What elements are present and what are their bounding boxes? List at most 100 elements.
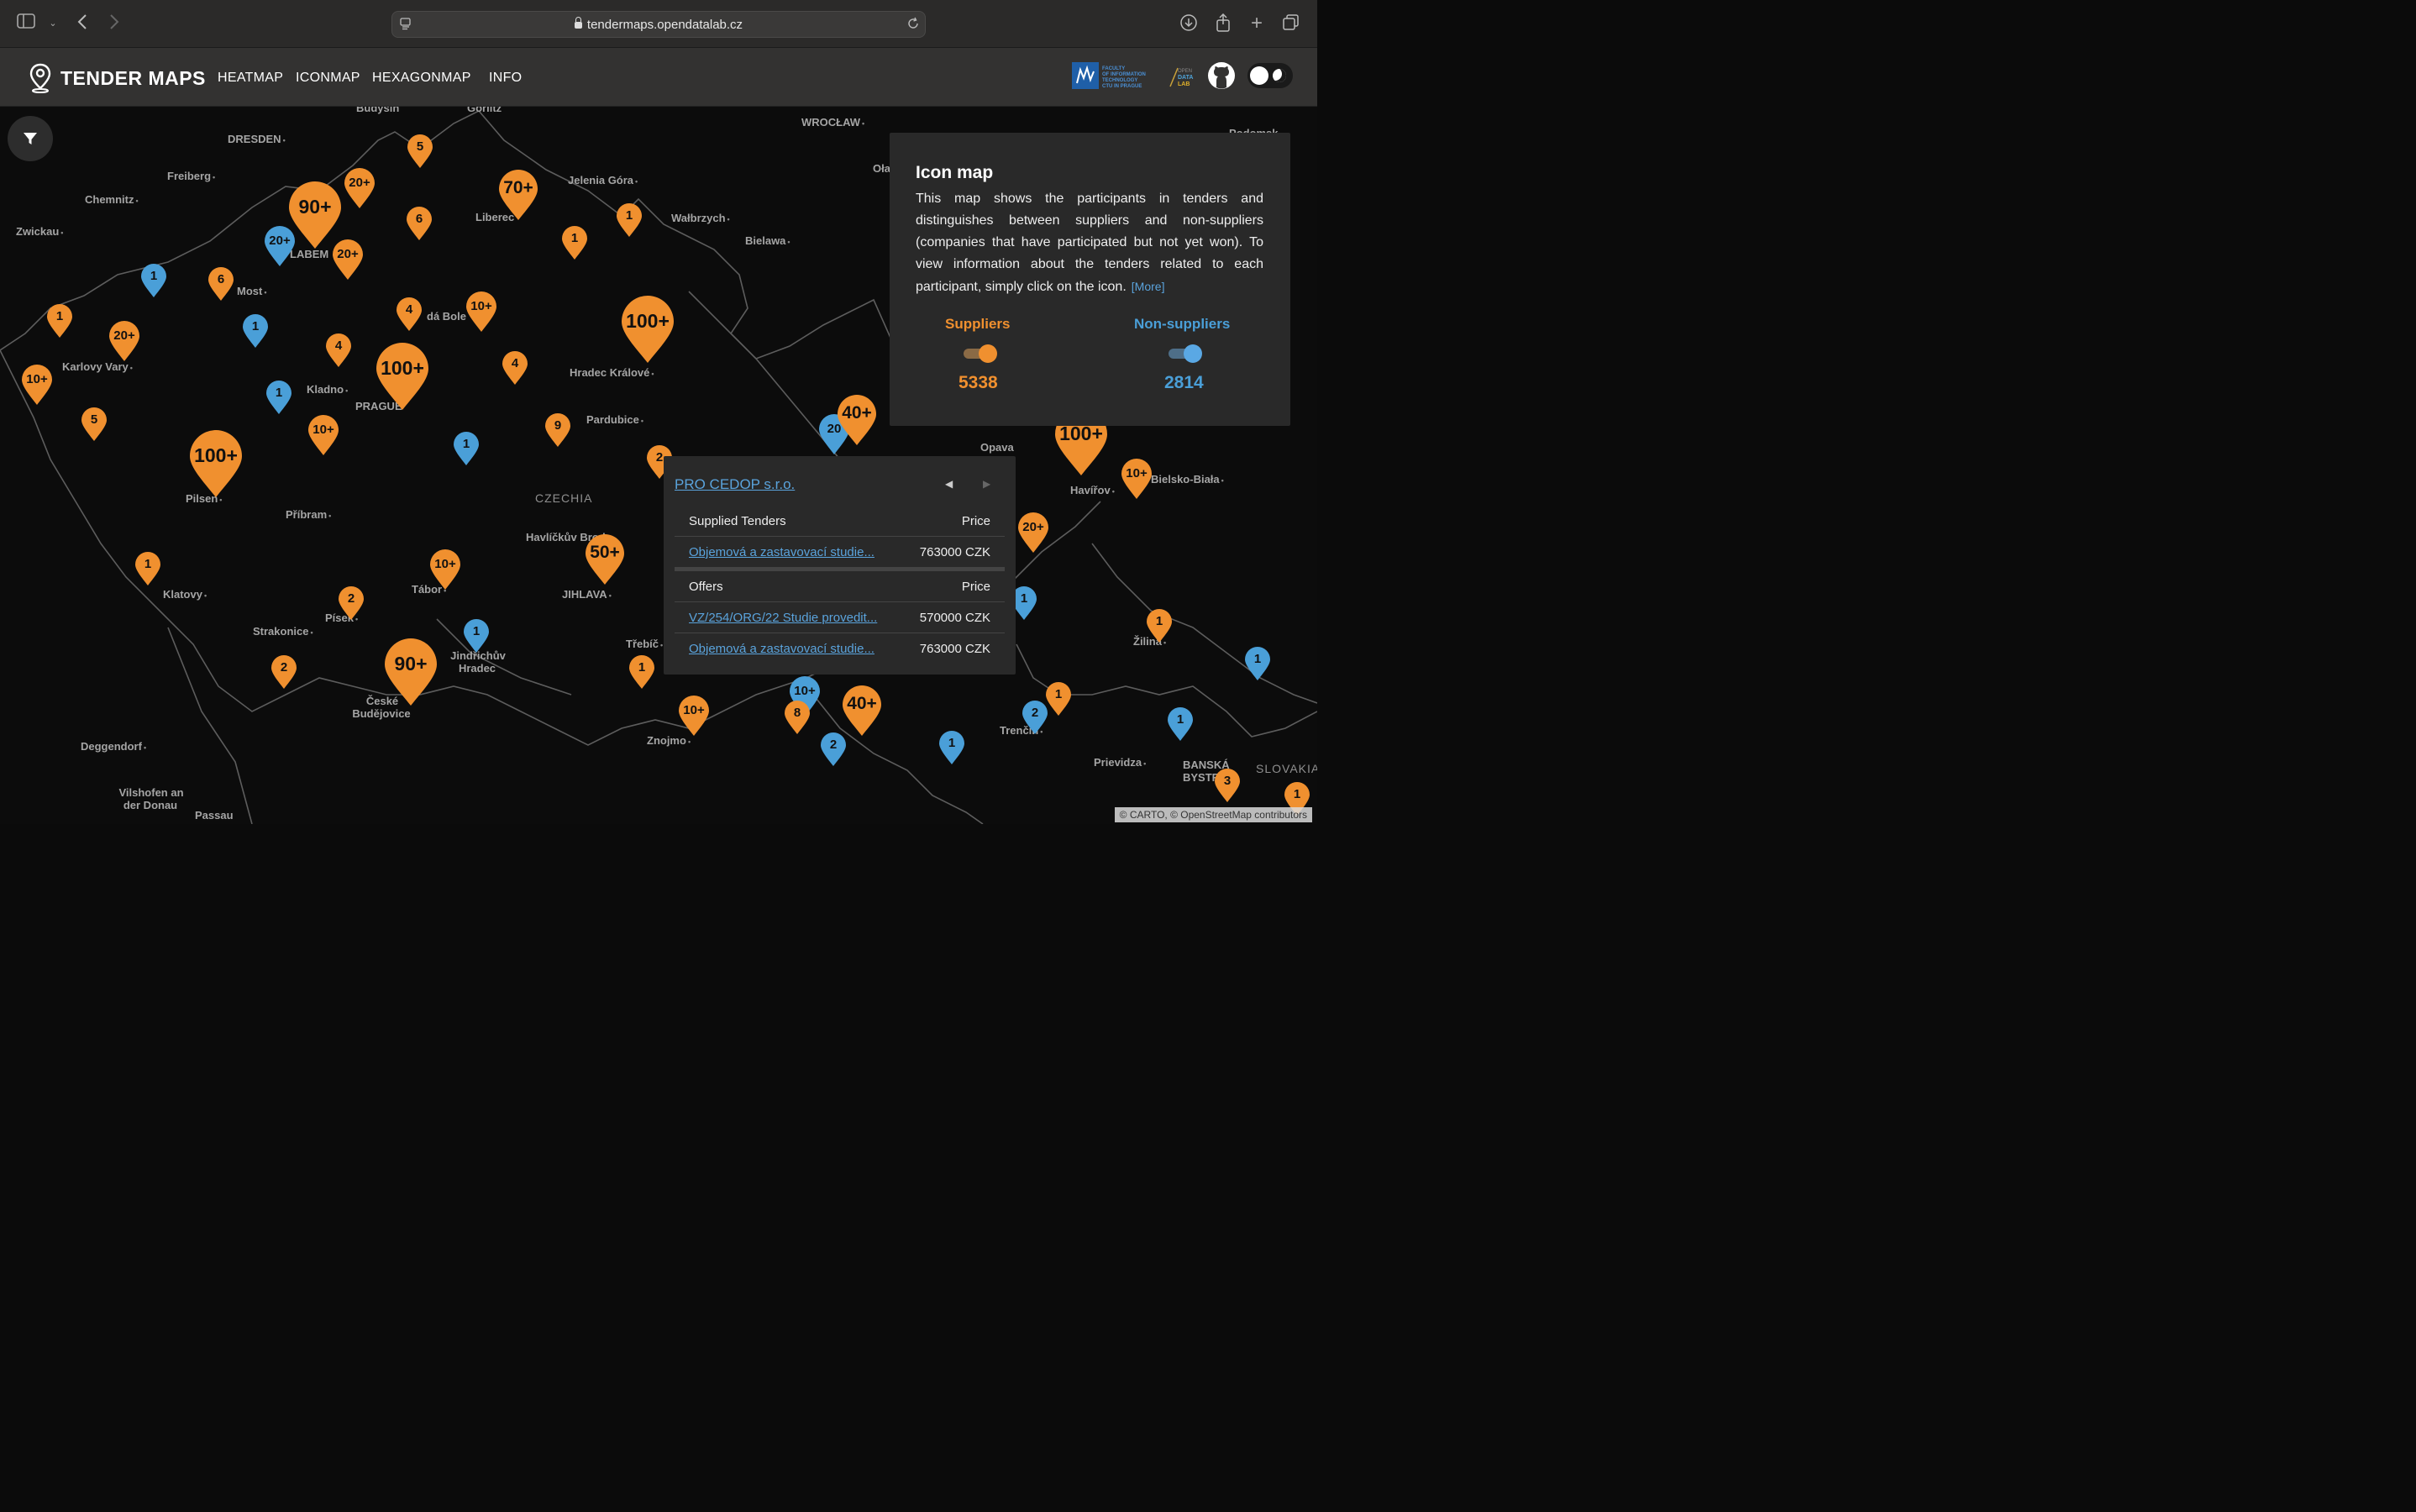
svg-text:OF INFORMATION: OF INFORMATION	[1102, 72, 1146, 77]
supplier-marker[interactable]: 1	[47, 304, 72, 338]
suppliers-label: Suppliers	[945, 316, 1011, 332]
supplier-marker[interactable]: 1	[1147, 609, 1172, 643]
supplier-marker[interactable]: 20+	[109, 321, 139, 361]
non-supplier-marker-count: 10+	[794, 684, 816, 698]
supplier-marker[interactable]: 1	[135, 552, 160, 585]
supplier-marker[interactable]: 6	[208, 267, 234, 301]
supplier-marker[interactable]: 1	[629, 655, 654, 689]
sidebar-toggle-icon[interactable]	[16, 13, 36, 34]
table-row: Objemová a zastavovací studie... 763000 …	[675, 633, 1005, 664]
supplier-marker-count: 40+	[842, 403, 872, 423]
supplier-marker[interactable]: 40+	[838, 395, 876, 445]
supplier-marker-count: 5	[416, 139, 424, 154]
supplier-marker[interactable]: 2	[339, 586, 364, 620]
supplier-marker[interactable]: 9	[545, 413, 570, 447]
supplier-marker[interactable]: 40+	[843, 685, 881, 736]
supplier-marker-count: 100+	[1059, 423, 1103, 445]
supplier-marker[interactable]: 100+	[190, 430, 242, 497]
reload-icon[interactable]	[906, 17, 920, 34]
supplier-marker[interactable]: 20+	[344, 168, 375, 208]
supplier-marker[interactable]: 100+	[622, 296, 674, 363]
non-supplier-marker[interactable]: 1	[266, 381, 291, 414]
github-icon[interactable]	[1207, 61, 1236, 90]
supplier-marker[interactable]: 10+	[1121, 459, 1152, 499]
brand[interactable]: TENDER MAPS	[29, 63, 206, 93]
filter-button[interactable]	[8, 116, 53, 161]
supplier-marker[interactable]: 20+	[1018, 512, 1048, 553]
city-label: JIHLAVA	[562, 588, 612, 601]
supplier-marker[interactable]: 10+	[466, 291, 496, 332]
supplier-marker[interactable]: 90+	[385, 638, 437, 706]
supplier-marker[interactable]: 100+	[376, 343, 428, 410]
tender-link[interactable]: Objemová a zastavovací studie...	[689, 642, 874, 656]
prev-arrow-icon[interactable]: ◀	[945, 478, 953, 490]
tabs-overview-icon[interactable]	[1281, 13, 1301, 34]
supplier-marker[interactable]: 90+	[289, 181, 341, 249]
nonsuppliers-toggle[interactable]	[1169, 344, 1202, 363]
address-bar[interactable]: tendermaps.opendatalab.cz	[391, 11, 926, 38]
supplier-marker[interactable]: 5	[407, 134, 433, 168]
non-supplier-marker[interactable]: 1	[464, 619, 489, 653]
supplier-marker[interactable]: 8	[785, 701, 810, 734]
supplier-marker[interactable]: 10+	[22, 365, 52, 405]
non-supplier-marker[interactable]: 1	[939, 731, 964, 764]
more-link[interactable]: [More]	[1132, 280, 1165, 293]
city-label: Karlovy Vary	[62, 360, 133, 373]
svg-text:OPEN: OPEN	[1178, 69, 1192, 74]
supplier-marker-count: 10+	[683, 703, 705, 717]
supplier-marker[interactable]: 1	[1046, 682, 1071, 716]
tender-price: 763000 CZK	[919, 545, 990, 559]
city-label: Most	[237, 285, 267, 297]
map-attribution[interactable]: © CARTO, © OpenStreetMap contributors	[1114, 807, 1312, 822]
supplier-marker-count: 1	[625, 208, 633, 223]
non-supplier-marker[interactable]: 1	[243, 314, 268, 348]
supplier-marker-count: 10+	[470, 299, 492, 313]
download-icon[interactable]	[1179, 13, 1199, 34]
non-supplier-marker[interactable]: 1	[1245, 647, 1270, 680]
non-supplier-marker[interactable]: 2	[1022, 701, 1048, 734]
supplier-marker[interactable]: 10+	[430, 549, 460, 590]
supplier-marker[interactable]: 6	[407, 207, 432, 240]
supplier-marker[interactable]: 50+	[586, 534, 624, 585]
theme-toggle[interactable]	[1247, 63, 1293, 88]
back-icon[interactable]	[72, 13, 92, 34]
non-supplier-marker[interactable]: 1	[141, 264, 166, 297]
non-supplier-marker[interactable]: 1	[454, 432, 479, 465]
supplier-marker[interactable]: 1	[562, 226, 587, 260]
supplier-marker[interactable]: 4	[326, 333, 351, 367]
tender-link[interactable]: Objemová a zastavovací studie...	[689, 545, 874, 559]
next-arrow-icon[interactable]: ▶	[983, 478, 990, 490]
supplier-marker[interactable]: 5	[81, 407, 107, 441]
share-icon[interactable]	[1213, 13, 1233, 34]
new-tab-icon[interactable]: +	[1247, 13, 1267, 34]
supplier-marker[interactable]: 10+	[308, 415, 339, 455]
forward-icon[interactable]	[104, 13, 124, 34]
supplier-marker[interactable]: 4	[502, 351, 528, 385]
non-supplier-marker-count: 1	[472, 624, 481, 638]
non-supplier-marker[interactable]: 1	[1168, 707, 1193, 741]
supplier-marker[interactable]: 2	[271, 655, 297, 689]
city-label: Zwickau	[16, 225, 63, 238]
fit-ctu-logo[interactable]: FACULTY OF INFORMATION TECHNOLOGY CTU IN…	[1072, 61, 1156, 90]
chevron-down-icon[interactable]: ⌄	[43, 13, 63, 34]
tender-link[interactable]: VZ/254/ORG/22 Studie provedit...	[689, 611, 877, 625]
suppliers-toggle[interactable]	[964, 344, 997, 363]
supplier-marker[interactable]: 3	[1215, 769, 1240, 802]
non-supplier-marker[interactable]: 2	[821, 732, 846, 766]
company-link[interactable]: PRO CEDOP s.r.o.	[675, 476, 795, 493]
supplier-marker[interactable]: 1	[617, 203, 642, 237]
supplier-marker-count: 1	[1155, 614, 1163, 628]
supplier-marker-count: 100+	[626, 310, 670, 333]
supplier-marker[interactable]: 70+	[499, 170, 538, 220]
nav-heatmap[interactable]: HEATMAP	[218, 71, 283, 86]
info-title: Icon map	[916, 163, 994, 182]
nav-hexagonmap[interactable]: HEXAGONMAP	[372, 71, 471, 86]
supplier-marker-count: 90+	[298, 196, 332, 218]
city-label: Příbram	[286, 508, 331, 521]
nav-iconmap[interactable]: ICONMAP	[296, 71, 360, 86]
supplier-marker[interactable]: 4	[397, 297, 422, 331]
nav-info[interactable]: INFO	[489, 71, 522, 86]
open-data-lab-logo[interactable]: OPEN DATA LAB	[1168, 65, 1196, 90]
supplier-marker[interactable]: 20+	[333, 239, 363, 280]
supplier-marker[interactable]: 10+	[679, 696, 709, 736]
